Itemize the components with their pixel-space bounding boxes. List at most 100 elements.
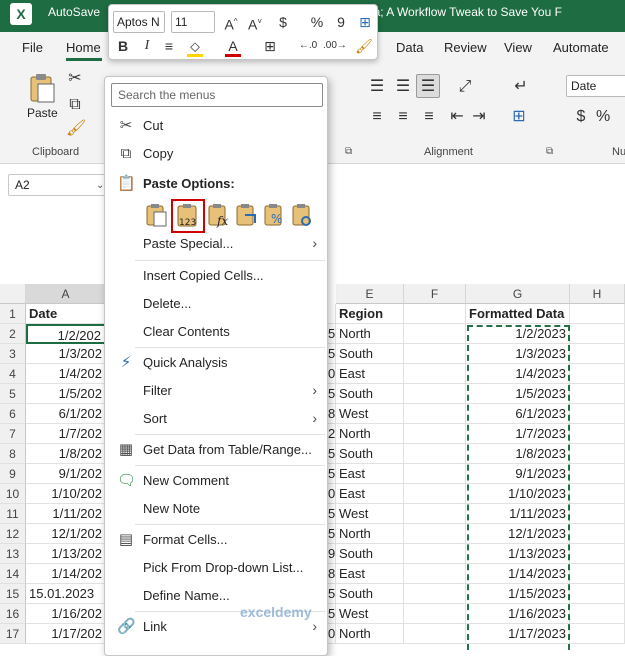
increase-font-icon[interactable]: A^: [221, 13, 241, 34]
format-painter-icon[interactable]: 🖌: [355, 37, 373, 55]
paste-formulas-icon[interactable]: fx: [205, 201, 233, 229]
align-middle-icon[interactable]: ☰: [394, 78, 412, 96]
dialog-launcher-icon[interactable]: ⧉: [546, 146, 553, 157]
row-header[interactable]: 16: [0, 604, 26, 624]
value-cell[interactable]: 0: [328, 484, 336, 504]
grid-cell[interactable]: [404, 324, 466, 344]
row-header[interactable]: 2: [0, 324, 26, 344]
date-cell[interactable]: 1/14/202: [26, 564, 106, 584]
region-cell[interactable]: East: [336, 484, 404, 504]
value-cell[interactable]: 5: [328, 464, 336, 484]
row-header[interactable]: 8: [0, 444, 26, 464]
grid-cell[interactable]: [570, 324, 625, 344]
row-header[interactable]: 14: [0, 564, 26, 584]
grid-cell[interactable]: [404, 444, 466, 464]
grid-cell[interactable]: [404, 544, 466, 564]
menu-item-insert-copied-cells[interactable]: Insert Copied Cells...: [105, 263, 327, 289]
row-header[interactable]: 9: [0, 464, 26, 484]
decrease-font-icon[interactable]: A˅: [245, 13, 265, 34]
grid-cell[interactable]: [570, 544, 625, 564]
increase-indent-icon[interactable]: ⇥: [470, 108, 488, 126]
percent-icon[interactable]: %: [307, 13, 327, 31]
row-header[interactable]: 12: [0, 524, 26, 544]
row-header[interactable]: 4: [0, 364, 26, 384]
row-header[interactable]: 13: [0, 544, 26, 564]
column-header-g[interactable]: G: [466, 284, 570, 304]
value-cell[interactable]: 9: [328, 544, 336, 564]
grid-cell[interactable]: [404, 504, 466, 524]
region-cell[interactable]: East: [336, 364, 404, 384]
tab-automate[interactable]: Automate: [553, 40, 609, 56]
font-color-icon[interactable]: A: [225, 37, 241, 55]
date-cell[interactable]: 1/13/202: [26, 544, 106, 564]
tab-home[interactable]: Home: [66, 40, 101, 56]
region-cell[interactable]: East: [336, 464, 404, 484]
paste-button[interactable]: [28, 72, 56, 104]
tab-view[interactable]: View: [504, 40, 532, 56]
region-cell[interactable]: South: [336, 544, 404, 564]
menu-item-cut[interactable]: ✂ Cut: [105, 113, 327, 139]
date-cell[interactable]: 1/2/202: [26, 324, 106, 344]
menu-item-format-cells[interactable]: ▤ Format Cells...: [105, 527, 327, 553]
date-cell[interactable]: 1/4/202: [26, 364, 106, 384]
grid-cell[interactable]: [570, 424, 625, 444]
value-cell[interactable]: 5: [328, 504, 336, 524]
decrease-decimal-icon[interactable]: .00→: [323, 37, 347, 55]
grid-cell[interactable]: [404, 344, 466, 364]
grid-cell[interactable]: [404, 484, 466, 504]
tab-file[interactable]: File: [22, 40, 43, 56]
grid-cell[interactable]: [570, 384, 625, 404]
value-cell[interactable]: 5: [328, 524, 336, 544]
date-cell[interactable]: 1/5/202: [26, 384, 106, 404]
grid-cell[interactable]: [570, 524, 625, 544]
row-header[interactable]: 7: [0, 424, 26, 444]
region-cell[interactable]: South: [336, 584, 404, 604]
value-cell[interactable]: 5: [328, 584, 336, 604]
grid-cell[interactable]: [570, 444, 625, 464]
date-cell[interactable]: 1/17/202: [26, 624, 106, 644]
grid-cell[interactable]: [404, 604, 466, 624]
row-header[interactable]: 11: [0, 504, 26, 524]
grid-cell[interactable]: [570, 604, 625, 624]
grid-cell[interactable]: [404, 364, 466, 384]
value-cell[interactable]: 5: [328, 344, 336, 364]
currency-icon[interactable]: $: [273, 13, 293, 31]
number-format-dropdown[interactable]: Date: [566, 75, 625, 97]
grid-cell[interactable]: [404, 584, 466, 604]
grid-cell[interactable]: [404, 404, 466, 424]
menu-item-sort[interactable]: Sort ›: [105, 406, 327, 432]
region-cell[interactable]: North: [336, 324, 404, 344]
cut-icon[interactable]: ✂: [66, 70, 84, 88]
wrap-text-icon[interactable]: ↵: [512, 78, 530, 96]
date-cell[interactable]: 9/1/202: [26, 464, 106, 484]
italic-icon[interactable]: I: [139, 37, 155, 55]
region-cell[interactable]: West: [336, 604, 404, 624]
comma-style-icon[interactable]: 9: [331, 13, 351, 31]
grid-cell[interactable]: [404, 424, 466, 444]
menu-item-get-data[interactable]: ▦ Get Data from Table/Range...: [105, 437, 327, 463]
grid-cell[interactable]: [570, 564, 625, 584]
menu-item-pick-from-dropdown[interactable]: Pick From Drop-down List...: [105, 555, 327, 581]
date-cell[interactable]: 1/8/202: [26, 444, 106, 464]
value-cell[interactable]: 0: [328, 364, 336, 384]
align-right-icon[interactable]: ≡: [420, 108, 438, 126]
format-painter-icon[interactable]: 🖌: [66, 120, 86, 138]
row-header[interactable]: 17: [0, 624, 26, 644]
merge-center-icon[interactable]: ⊞: [508, 108, 530, 126]
date-cell[interactable]: 15.01.2023: [26, 584, 106, 604]
grid-cell[interactable]: [570, 464, 625, 484]
menu-item-new-note[interactable]: New Note: [105, 496, 327, 522]
bold-icon[interactable]: B: [115, 37, 131, 55]
region-cell[interactable]: South: [336, 444, 404, 464]
currency-icon[interactable]: $: [574, 108, 588, 126]
value-cell[interactable]: 5: [328, 444, 336, 464]
grid-cell[interactable]: [570, 344, 625, 364]
date-cell[interactable]: 1/10/202: [26, 484, 106, 504]
region-cell[interactable]: West: [336, 504, 404, 524]
date-cell[interactable]: 6/1/202: [26, 404, 106, 424]
value-cell[interactable]: 8: [328, 404, 336, 424]
region-cell[interactable]: South: [336, 384, 404, 404]
grid-cell[interactable]: [404, 384, 466, 404]
grid-cell[interactable]: [404, 624, 466, 644]
column-header-h[interactable]: H: [570, 284, 625, 304]
